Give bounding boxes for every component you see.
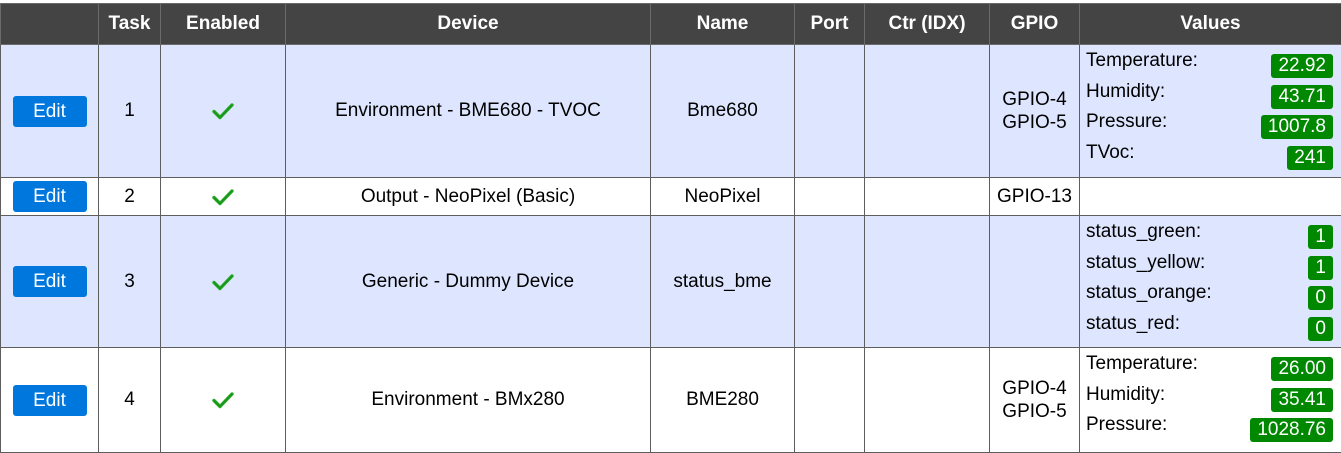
- device-cell: Output - NeoPixel (Basic): [285, 177, 651, 216]
- values-cell: Temperature: 26.00 Humidity: 35.41 Pressure:…: [1079, 347, 1341, 453]
- enabled-cell: [160, 177, 286, 216]
- task-number: 2: [98, 177, 161, 216]
- edit-button[interactable]: Edit: [12, 181, 87, 212]
- task-number: 3: [98, 215, 161, 348]
- value-name: Temperature:: [1086, 353, 1198, 374]
- value-badge: 1: [1308, 255, 1333, 280]
- edit-button[interactable]: Edit: [12, 266, 87, 297]
- check-icon: [161, 188, 285, 206]
- name-cell: BME280: [650, 347, 795, 453]
- value-name: status_green:: [1086, 221, 1202, 242]
- task-number: 1: [98, 44, 161, 178]
- ctr-idx-cell: [864, 347, 990, 453]
- header-name: Name: [650, 3, 795, 45]
- enabled-cell: [160, 347, 286, 453]
- edit-cell: Edit: [0, 215, 99, 348]
- port-cell: [794, 215, 865, 348]
- port-cell: [794, 44, 865, 178]
- value-row: Humidity: 43.71: [1086, 79, 1333, 110]
- header-gpio: GPIO: [989, 3, 1080, 45]
- value-name: TVoc:: [1086, 141, 1135, 163]
- value-name: status_yellow:: [1086, 251, 1206, 273]
- edit-cell: Edit: [0, 177, 99, 216]
- table-row: Edit 1 Environment - BME680 - TVOC Bme680 GP…: [0, 44, 1341, 178]
- value-badge: 22.92: [1271, 54, 1333, 78]
- gpio-pin: GPIO-5: [1002, 401, 1067, 422]
- value-badge: 1007.8: [1260, 115, 1333, 139]
- value-badge: 35.41: [1271, 387, 1333, 412]
- header-edit: [0, 3, 99, 45]
- value-badge: 43.71: [1271, 84, 1333, 109]
- value-row: status_green: 1: [1086, 219, 1333, 250]
- value-row: Temperature: 26.00: [1086, 351, 1333, 382]
- name-cell: status_bme: [650, 215, 795, 348]
- check-icon: [161, 391, 285, 409]
- header-task: Task: [98, 3, 161, 45]
- gpio-pin: GPIO-4: [1002, 378, 1067, 399]
- value-row: status_orange: 0: [1086, 280, 1333, 311]
- gpio-cell: [989, 215, 1080, 348]
- header-values: Values: [1079, 3, 1341, 45]
- enabled-cell: [160, 44, 286, 178]
- value-row: Pressure: 1007.8: [1086, 109, 1333, 140]
- task-table-body: Edit 1 Environment - BME680 - TVOC Bme680 GP…: [0, 44, 1341, 453]
- header-port: Port: [794, 3, 865, 45]
- value-name: Pressure:: [1086, 414, 1168, 435]
- value-row: Pressure: 1028.76: [1086, 412, 1333, 443]
- device-cell: Generic - Dummy Device: [285, 215, 651, 348]
- check-icon: [161, 102, 285, 120]
- table-header-row: Task Enabled Device Name Port Ctr (IDX) …: [0, 3, 1341, 45]
- value-name: Temperature:: [1086, 50, 1198, 71]
- ctr-idx-cell: [864, 44, 990, 178]
- value-name: Pressure:: [1086, 111, 1168, 132]
- device-cell: Environment - BME680 - TVOC: [285, 44, 651, 178]
- table-row: Edit 3 Generic - Dummy Device status_bme sta…: [0, 215, 1341, 348]
- gpio-pin: GPIO-13: [997, 186, 1072, 207]
- edit-button[interactable]: Edit: [12, 95, 87, 127]
- values-cell: Temperature: 22.92 Humidity: 43.71 Pressure:…: [1079, 44, 1341, 178]
- header-device: Device: [285, 3, 651, 45]
- header-enabled: Enabled: [160, 3, 286, 45]
- name-cell: Bme680: [650, 44, 795, 178]
- value-row: status_red: 0: [1086, 311, 1333, 342]
- value-name: Humidity:: [1086, 383, 1166, 405]
- gpio-cell: GPIO-4 GPIO-5: [989, 347, 1080, 453]
- name-cell: NeoPixel: [650, 177, 795, 216]
- task-table: Task Enabled Device Name Port Ctr (IDX) …: [0, 3, 1341, 453]
- edit-cell: Edit: [0, 44, 99, 178]
- values-cell: [1079, 177, 1341, 216]
- value-name: status_red:: [1086, 312, 1180, 334]
- value-name: Humidity:: [1086, 80, 1166, 102]
- device-cell: Environment - BMx280: [285, 347, 651, 453]
- value-row: Temperature: 22.92: [1086, 48, 1333, 79]
- value-badge: 1: [1308, 225, 1333, 249]
- value-badge: 241: [1287, 145, 1333, 170]
- value-badge: 1028.76: [1250, 418, 1333, 442]
- port-cell: [794, 177, 865, 216]
- value-badge: 26.00: [1271, 357, 1333, 381]
- value-row: Humidity: 35.41: [1086, 382, 1333, 413]
- ctr-idx-cell: [864, 215, 990, 348]
- gpio-pin: GPIO-4: [1002, 89, 1067, 110]
- edit-cell: Edit: [0, 347, 99, 453]
- table-row: Edit 4 Environment - BMx280 BME280 GPIO-4 GPI…: [0, 347, 1341, 453]
- gpio-cell: GPIO-13: [989, 177, 1080, 216]
- value-badge: 0: [1308, 316, 1333, 341]
- header-ctr-idx: Ctr (IDX): [864, 3, 990, 45]
- value-row: status_yellow: 1: [1086, 250, 1333, 281]
- value-row: TVoc: 241: [1086, 140, 1333, 171]
- edit-button[interactable]: Edit: [12, 384, 87, 416]
- port-cell: [794, 347, 865, 453]
- value-name: status_orange:: [1086, 282, 1212, 303]
- check-icon: [161, 273, 285, 291]
- table-row: Edit 2 Output - NeoPixel (Basic) NeoPixel GP…: [0, 177, 1341, 216]
- ctr-idx-cell: [864, 177, 990, 216]
- values-cell: status_green: 1 status_yellow: 1 status_oran…: [1079, 215, 1341, 348]
- enabled-cell: [160, 215, 286, 348]
- task-number: 4: [98, 347, 161, 453]
- gpio-pin: GPIO-5: [1002, 112, 1067, 133]
- value-badge: 0: [1308, 286, 1333, 310]
- gpio-cell: GPIO-4 GPIO-5: [989, 44, 1080, 178]
